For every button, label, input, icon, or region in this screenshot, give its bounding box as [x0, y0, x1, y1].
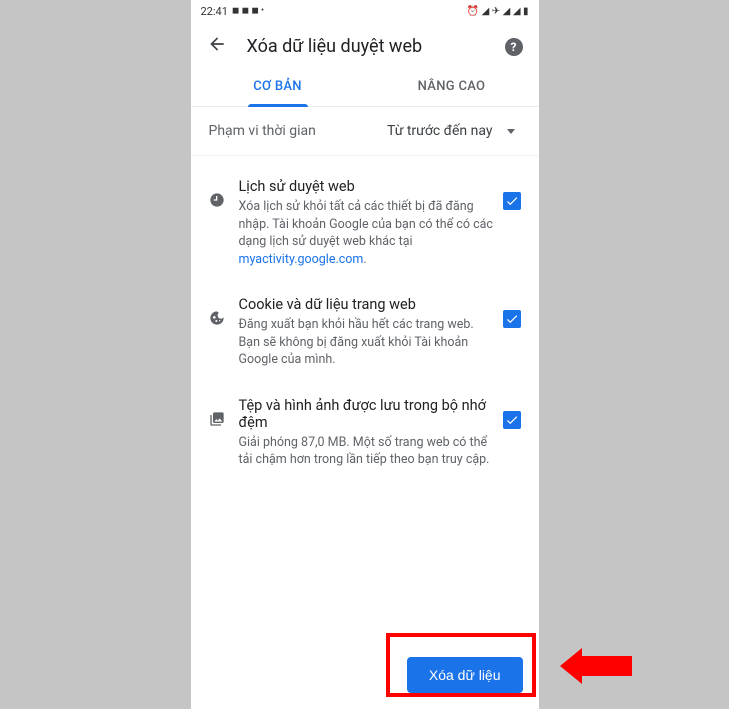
status-right-icons: ⏰ ◢ ✈ ◢ ◢ ▮ [467, 6, 529, 17]
annotation-arrow [560, 648, 632, 684]
checkbox-cookies[interactable] [503, 310, 521, 328]
myactivity-link[interactable]: myactivity.google.com [239, 252, 364, 267]
time-range-label: Phạm vi thời gian [209, 123, 316, 139]
option-desc: Đăng xuất bạn khỏi hầu hết các trang web… [239, 316, 495, 369]
checkbox-cache[interactable] [503, 411, 521, 429]
option-desc: Giải phóng 87,0 MB. Một số trang web có … [239, 434, 495, 469]
help-icon[interactable]: ? [505, 38, 523, 56]
phone-screen: 22:41 ◼ ◼ ◼ • ⏰ ◢ ✈ ◢ ◢ ▮ Xóa dữ liệu du… [191, 0, 539, 709]
options-list: Lịch sử duyệt web Xóa lịch sử khỏi tất c… [191, 156, 539, 491]
checkbox-history[interactable] [503, 192, 521, 210]
clock-icon [203, 192, 231, 208]
back-button[interactable] [207, 34, 227, 59]
option-desc: Xóa lịch sử khỏi tất cả các thiết bị đã … [239, 198, 495, 268]
option-title: Lịch sử duyệt web [239, 178, 495, 195]
option-history[interactable]: Lịch sử duyệt web Xóa lịch sử khỏi tất c… [191, 164, 539, 282]
chevron-down-icon [507, 129, 515, 134]
option-title: Tệp và hình ảnh được lưu trong bộ nhớ đệ… [239, 397, 495, 431]
clear-data-button[interactable]: Xóa dữ liệu [407, 657, 523, 693]
image-icon [203, 411, 231, 427]
option-cookies[interactable]: Cookie và dữ liệu trang web Đăng xuất bạ… [191, 282, 539, 383]
option-cache[interactable]: Tệp và hình ảnh được lưu trong bộ nhớ đệ… [191, 383, 539, 483]
page-title: Xóa dữ liệu duyệt web [247, 36, 485, 57]
time-range-row: Phạm vi thời gian Từ trước đến nay [191, 107, 539, 156]
status-time: 22:41 [201, 5, 228, 18]
cookie-icon [203, 310, 231, 326]
tabs: CƠ BẢN NÂNG CAO [191, 67, 539, 107]
app-bar: Xóa dữ liệu duyệt web ? [191, 22, 539, 67]
status-bar: 22:41 ◼ ◼ ◼ • ⏰ ◢ ✈ ◢ ◢ ▮ [191, 0, 539, 22]
time-range-value: Từ trước đến nay [387, 123, 493, 139]
option-title: Cookie và dữ liệu trang web [239, 296, 495, 313]
footer: Xóa dữ liệu [191, 645, 539, 709]
time-range-select[interactable]: Từ trước đến nay [328, 123, 521, 139]
tab-basic[interactable]: CƠ BẢN [191, 67, 365, 106]
status-left-icons: ◼ ◼ ◼ • [232, 6, 264, 16]
tab-advanced[interactable]: NÂNG CAO [365, 67, 539, 106]
